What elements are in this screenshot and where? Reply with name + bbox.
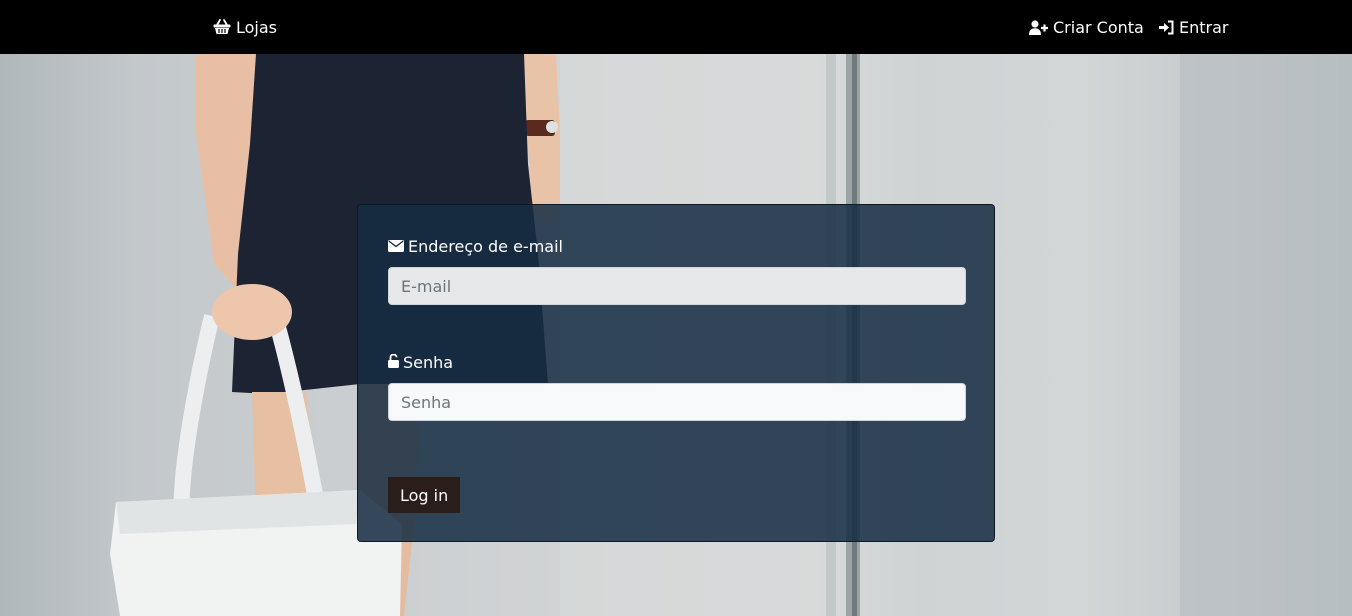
password-label: Senha xyxy=(388,353,453,372)
user-plus-icon xyxy=(1029,19,1048,35)
login-form: Endereço de e-mail Senha Log in xyxy=(357,204,995,542)
unlock-icon xyxy=(388,353,399,372)
email-label-text: Endereço de e-mail xyxy=(408,237,563,256)
login-button[interactable]: Log in xyxy=(388,477,461,513)
email-label: Endereço de e-mail xyxy=(388,237,563,256)
create-account-label: Criar Conta xyxy=(1053,17,1144,37)
login-link[interactable]: Entrar xyxy=(1159,0,1228,54)
create-account-link[interactable]: Criar Conta xyxy=(1029,0,1144,54)
top-navbar: Lojas Criar Conta Entrar xyxy=(0,0,1352,54)
basket-icon xyxy=(213,19,231,35)
sign-in-icon xyxy=(1159,20,1174,35)
password-label-text: Senha xyxy=(403,353,454,372)
email-input[interactable] xyxy=(388,267,966,305)
envelope-icon xyxy=(388,237,404,256)
password-input[interactable] xyxy=(388,383,966,421)
brand-link-lojas[interactable]: Lojas xyxy=(213,0,277,54)
brand-label: Lojas xyxy=(236,17,278,37)
login-label: Entrar xyxy=(1179,17,1229,37)
